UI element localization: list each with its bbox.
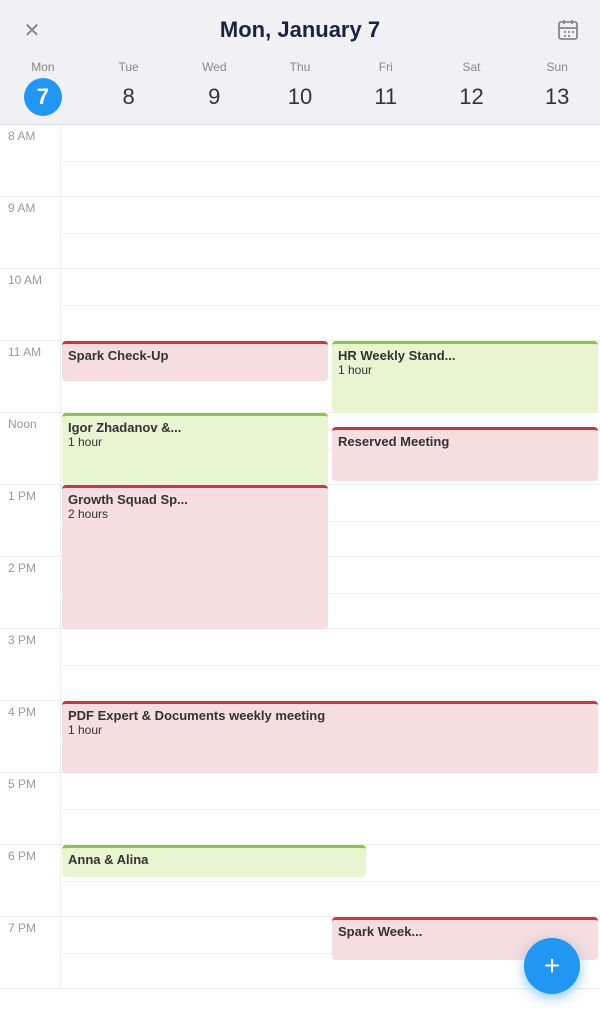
time-label: 7 PM (0, 917, 60, 988)
day-name-label: Mon (31, 60, 54, 74)
time-label: 5 PM (0, 773, 60, 844)
event-duration: 1 hour (68, 435, 322, 449)
event-title: Spark Check-Up (68, 348, 322, 363)
event-title: PDF Expert & Documents weekly meeting (68, 708, 592, 723)
day-number[interactable]: 11 (367, 78, 405, 116)
day-number[interactable]: 7 (24, 78, 62, 116)
week-row: Mon 7 Tue 8 Wed 9 Thu 10 Fri 11 Sat 12 Sun 13 (0, 60, 600, 125)
day-name-label: Wed (202, 60, 226, 74)
event-title: Reserved Meeting (338, 434, 592, 449)
close-button[interactable]: ✕ (16, 14, 48, 46)
time-label: 4 PM (0, 701, 60, 772)
event-hr-weekly[interactable]: HR Weekly Stand...1 hour (332, 341, 598, 413)
header-title: Mon, January 7 (220, 17, 380, 43)
day-name-label: Sat (462, 60, 480, 74)
hour-row-5-pm: 5 PM (0, 773, 600, 845)
week-day-wed[interactable]: Wed 9 (171, 60, 257, 116)
time-label: 9 AM (0, 197, 60, 268)
event-duration: 1 hour (68, 723, 592, 737)
event-title: Igor Zhadanov &... (68, 420, 322, 435)
hour-content (60, 629, 600, 700)
hour-content (60, 773, 600, 844)
hour-row-3-pm: 3 PM (0, 629, 600, 701)
time-label: 2 PM (0, 557, 60, 628)
header: ✕ Mon, January 7 (0, 0, 600, 60)
event-growth-squad[interactable]: Growth Squad Sp...2 hours (62, 485, 328, 629)
event-duration: 2 hours (68, 507, 322, 521)
week-day-mon[interactable]: Mon 7 (0, 60, 86, 116)
week-day-thu[interactable]: Thu 10 (257, 60, 343, 116)
week-day-sun[interactable]: Sun 13 (514, 60, 600, 116)
time-label: 3 PM (0, 629, 60, 700)
hour-content (60, 125, 600, 196)
day-name-label: Thu (290, 60, 311, 74)
event-anna-alina[interactable]: Anna & Alina (62, 845, 366, 877)
week-day-fri[interactable]: Fri 11 (343, 60, 429, 116)
time-label: 8 AM (0, 125, 60, 196)
hour-content (60, 269, 600, 340)
hour-row-9-am: 9 AM (0, 197, 600, 269)
calendar-icon-button[interactable] (552, 14, 584, 46)
event-title: Anna & Alina (68, 852, 360, 867)
hour-row-8-am: 8 AM (0, 125, 600, 197)
time-label: 1 PM (0, 485, 60, 556)
hour-content (60, 197, 600, 268)
day-number[interactable]: 12 (452, 78, 490, 116)
event-title: HR Weekly Stand... (338, 348, 592, 363)
day-number[interactable]: 8 (110, 78, 148, 116)
calendar-body: 8 AM9 AM10 AM11 AMNoon1 PM2 PM3 PM4 PM5 … (0, 125, 600, 1025)
event-reserved-meeting[interactable]: Reserved Meeting (332, 427, 598, 481)
time-label: 10 AM (0, 269, 60, 340)
day-name-label: Fri (379, 60, 393, 74)
week-day-tue[interactable]: Tue 8 (86, 60, 172, 116)
day-number[interactable]: 10 (281, 78, 319, 116)
day-name-label: Sun (546, 60, 567, 74)
day-number[interactable]: 13 (538, 78, 576, 116)
event-spark-checkup[interactable]: Spark Check-Up (62, 341, 328, 381)
event-duration: 1 hour (338, 363, 592, 377)
hour-row-10-am: 10 AM (0, 269, 600, 341)
event-pdf-expert[interactable]: PDF Expert & Documents weekly meeting1 h… (62, 701, 598, 773)
event-title: Spark Week... (338, 924, 592, 939)
week-day-sat[interactable]: Sat 12 (429, 60, 515, 116)
day-number[interactable]: 9 (195, 78, 233, 116)
event-title: Growth Squad Sp... (68, 492, 322, 507)
time-label: 11 AM (0, 341, 60, 412)
add-event-fab[interactable]: + (524, 938, 580, 994)
time-label: 6 PM (0, 845, 60, 916)
event-igor-zhadanov[interactable]: Igor Zhadanov &...1 hour (62, 413, 328, 485)
time-label: Noon (0, 413, 60, 484)
day-name-label: Tue (118, 60, 138, 74)
